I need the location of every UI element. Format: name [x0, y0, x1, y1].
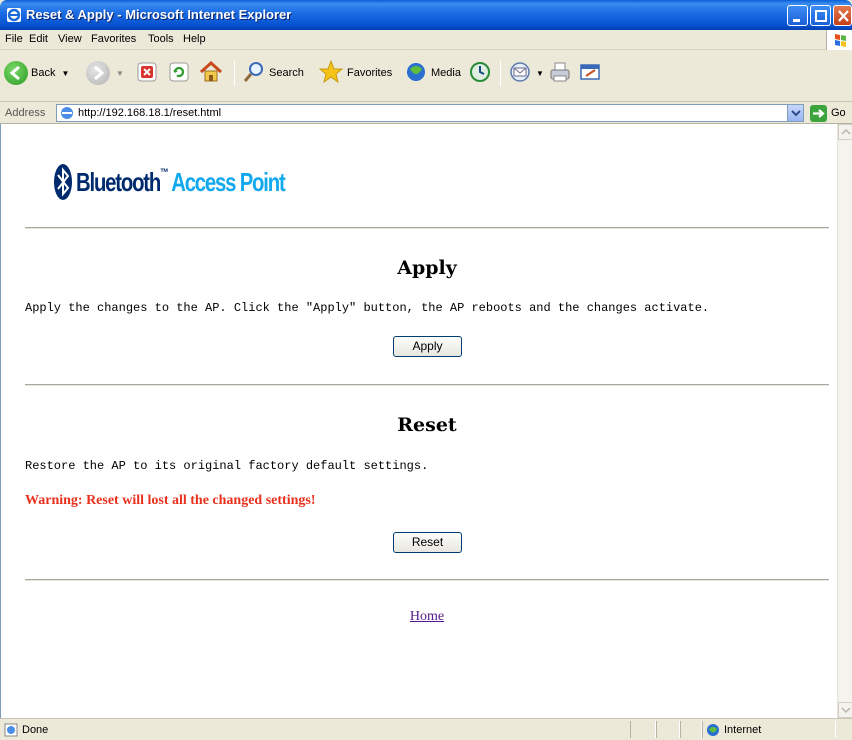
scroll-up-icon[interactable] [838, 124, 852, 140]
maximize-icon[interactable] [810, 5, 831, 26]
status-text: Done [22, 724, 49, 736]
divider [25, 384, 829, 386]
go-button[interactable]: Go [810, 105, 850, 122]
reset-warning: Warning: Reset will lost all the changed… [25, 493, 316, 508]
internet-explorer-icon [6, 7, 22, 23]
stop-icon [136, 61, 158, 86]
vertical-scrollbar[interactable] [837, 124, 852, 718]
internet-zone-icon [706, 723, 720, 737]
print-icon [548, 60, 572, 87]
go-arrow-icon [810, 105, 827, 122]
back-label: Back [31, 67, 56, 79]
address-url: http://192.168.18.1/reset.html [78, 107, 222, 119]
stop-button[interactable] [136, 55, 158, 91]
address-label: Address [5, 107, 46, 119]
apply-heading: Apply [397, 257, 457, 279]
back-dropdown-icon[interactable]: ▼ [61, 69, 69, 78]
bluetooth-access-point-logo: Bluetooth™ Access Point [53, 160, 343, 204]
security-zone: Internet [724, 724, 762, 736]
forward-arrow-icon [86, 61, 110, 85]
page-done-icon [4, 723, 18, 737]
page-content: Bluetooth™ Access Point Apply Apply the … [1, 124, 837, 718]
scroll-down-icon[interactable] [838, 702, 852, 718]
history-icon [468, 60, 492, 87]
reset-button[interactable]: Reset [393, 532, 462, 553]
apply-description: Apply the changes to the AP. Click the "… [25, 301, 710, 315]
home-button[interactable] [198, 55, 224, 91]
divider [25, 227, 829, 229]
address-input[interactable]: http://192.168.18.1/reset.html [56, 104, 804, 122]
bluetooth-icon [53, 163, 73, 201]
menu-bar: File Edit View Favorites Tools Help [0, 30, 852, 50]
address-dropdown-icon[interactable] [787, 105, 803, 121]
star-icon [318, 59, 344, 88]
menu-favorites[interactable]: Favorites [91, 33, 136, 45]
favorites-button[interactable]: Favorites [318, 55, 392, 91]
browser-window: Reset & Apply - Microsoft Internet Explo… [0, 0, 852, 740]
forward-dropdown-icon[interactable]: ▼ [116, 69, 124, 78]
go-label: Go [831, 107, 846, 119]
search-icon [242, 60, 266, 87]
media-button[interactable]: Media [404, 55, 461, 91]
divider [25, 579, 829, 581]
print-button[interactable] [548, 55, 572, 91]
menu-file[interactable]: File [5, 33, 23, 45]
home-icon [198, 60, 224, 87]
minimize-icon[interactable] [787, 5, 808, 26]
address-bar: Address http://192.168.18.1/reset.html G… [0, 102, 852, 124]
apply-button[interactable]: Apply [393, 336, 462, 357]
media-label: Media [431, 67, 461, 79]
back-button[interactable]: Back ▼ [4, 55, 69, 91]
window-title: Reset & Apply - Microsoft Internet Explo… [26, 7, 292, 22]
menu-edit[interactable]: Edit [29, 33, 48, 45]
mail-icon [508, 60, 534, 87]
close-icon[interactable] [833, 5, 852, 26]
mail-dropdown-icon[interactable]: ▼ [536, 69, 544, 78]
reset-heading: Reset [397, 414, 457, 436]
edit-button[interactable] [578, 55, 602, 91]
page-viewport: Bluetooth™ Access Point Apply Apply the … [0, 124, 852, 718]
page-icon [60, 106, 74, 120]
menu-help[interactable]: Help [183, 33, 206, 45]
logo-brand: Bluetooth [76, 166, 161, 197]
back-arrow-icon [4, 61, 28, 85]
reset-description: Restore the AP to its original factory d… [25, 459, 429, 473]
history-button[interactable] [468, 55, 492, 91]
menu-view[interactable]: View [58, 33, 82, 45]
forward-button[interactable]: ▼ [86, 55, 124, 91]
title-bar[interactable]: Reset & Apply - Microsoft Internet Explo… [0, 0, 852, 30]
favorites-label: Favorites [347, 67, 393, 79]
refresh-button[interactable] [168, 55, 190, 91]
refresh-icon [168, 61, 190, 86]
media-icon [404, 60, 428, 87]
status-bar: Done Internet [0, 718, 852, 740]
home-link[interactable]: Home [410, 609, 444, 624]
standard-toolbar: Back ▼ ▼ Search Favorites Media ▼ [0, 50, 852, 102]
menu-tools[interactable]: Tools [148, 33, 174, 45]
windows-logo-icon [826, 30, 852, 50]
search-label: Search [269, 67, 304, 79]
edit-icon [578, 60, 602, 87]
mail-button[interactable]: ▼ [508, 55, 544, 91]
logo-product: Access Point [167, 166, 286, 197]
search-button[interactable]: Search [242, 55, 304, 91]
